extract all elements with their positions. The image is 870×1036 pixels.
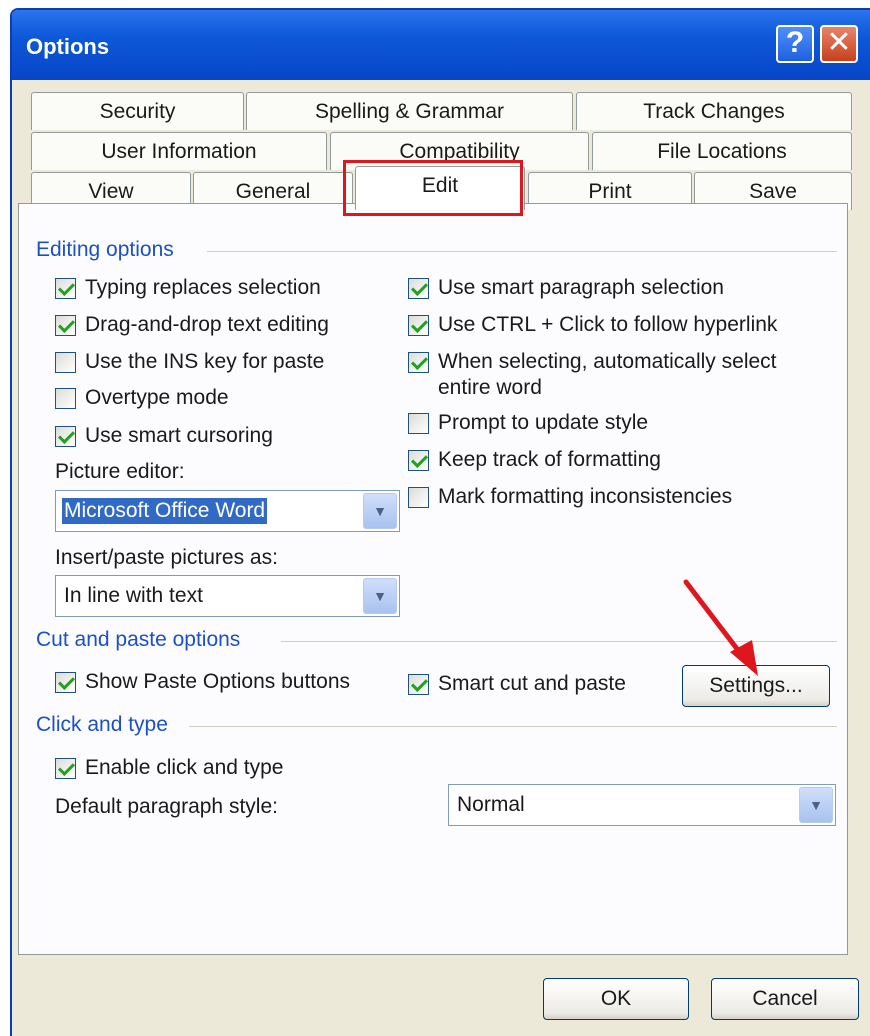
close-button[interactable]: ✕ [820,25,858,63]
select-entire-word-option[interactable]: When selecting, automatically select ent… [408,349,777,401]
tab-compatibility[interactable]: Compatibility [330,132,589,170]
checkbox[interactable] [55,278,76,299]
checkbox[interactable] [55,388,76,409]
prompt-update-style-option[interactable]: Prompt to update style [408,410,648,436]
option-label: Keep track of formatting [438,448,661,471]
checkbox[interactable] [55,315,76,336]
option-label: Typing replaces selection [85,276,321,299]
tab-security[interactable]: Security [31,92,244,130]
dialog-title: Options [26,34,110,59]
insert-paste-pictures-label: Insert/paste pictures as: [55,546,278,569]
overtype-mode-option[interactable]: Overtype mode [55,385,229,411]
insert-paste-pictures-value: In line with text [64,584,203,607]
ins-key-paste-option[interactable]: Use the INS key for paste [55,349,324,375]
picture-editor-dropdown[interactable]: Microsoft Office Word ▼ [55,490,400,532]
picture-editor-value: Microsoft Office Word [60,497,269,525]
chevron-down-icon[interactable]: ▼ [363,578,397,614]
option-label: Use the INS key for paste [85,350,325,373]
default-paragraph-style-label: Default paragraph style: [55,795,278,818]
checkbox[interactable] [55,672,76,693]
checkbox[interactable] [55,352,76,373]
default-paragraph-style-dropdown[interactable]: Normal ▼ [448,784,836,826]
picture-editor-label: Picture editor: [55,460,185,483]
checkbox[interactable] [55,758,76,779]
option-label: Use smart paragraph selection [438,276,724,299]
checkbox[interactable] [408,278,429,299]
checkbox[interactable] [408,487,429,508]
cut-paste-divider [281,641,837,642]
enable-click-type-option[interactable]: Enable click and type [55,755,283,781]
checkbox[interactable] [408,352,429,373]
chevron-down-icon[interactable]: ▼ [799,787,833,823]
tab-track-changes[interactable]: Track Changes [576,92,852,130]
checkbox[interactable] [408,315,429,336]
option-label: When selecting, automatically select ent… [438,349,777,401]
editing-options-label: Editing options [36,238,174,261]
cut-paste-options-label: Cut and paste options [36,628,241,651]
click-type-divider [189,726,837,727]
option-label: Use CTRL + Click to follow hyperlink [438,313,778,336]
insert-paste-pictures-dropdown[interactable]: In line with text ▼ [55,575,400,617]
option-label: Mark formatting inconsistencies [438,485,733,508]
help-button[interactable]: ? [776,25,814,63]
option-label: Show Paste Options buttons [85,670,350,693]
smart-cursoring-option[interactable]: Use smart cursoring [55,423,273,449]
option-label: Enable click and type [85,756,284,779]
tab-file-locations[interactable]: File Locations [592,132,852,170]
chevron-down-icon[interactable]: ▼ [363,493,397,529]
checkbox[interactable] [55,426,76,447]
tab-spelling-grammar[interactable]: Spelling & Grammar [246,92,573,130]
tab-user-information[interactable]: User Information [31,132,327,170]
mark-formatting-inconsistencies-option[interactable]: Mark formatting inconsistencies [408,484,732,510]
option-label-line2: entire word [438,376,542,399]
checkbox[interactable] [408,674,429,695]
option-label: Use smart cursoring [85,424,273,447]
drag-and-drop-option[interactable]: Drag-and-drop text editing [55,312,329,338]
option-label-line1: When selecting, automatically select [438,350,777,373]
option-label: Smart cut and paste [438,672,626,695]
show-paste-options-option[interactable]: Show Paste Options buttons [55,669,350,695]
settings-button[interactable]: Settings... [682,665,830,707]
ctrl-click-hyperlink-option[interactable]: Use CTRL + Click to follow hyperlink [408,312,777,338]
edit-tab-panel: Editing options Typing replaces selectio… [18,203,848,955]
editing-options-divider [207,251,837,252]
option-label: Drag-and-drop text editing [85,313,329,336]
tab-edit[interactable]: Edit [355,166,525,210]
option-label: Overtype mode [85,386,229,409]
checkbox[interactable] [408,413,429,434]
checkbox[interactable] [408,450,429,471]
option-label: Prompt to update style [438,411,649,434]
typing-replaces-selection-option[interactable]: Typing replaces selection [55,275,321,301]
smart-paragraph-selection-option[interactable]: Use smart paragraph selection [408,275,724,301]
default-paragraph-style-value: Normal [457,793,525,816]
keep-track-formatting-option[interactable]: Keep track of formatting [408,447,661,473]
title-bar[interactable]: Options ? ✕ [12,10,870,80]
smart-cut-paste-option[interactable]: Smart cut and paste [408,671,626,697]
cancel-button[interactable]: Cancel [711,978,859,1020]
click-and-type-label: Click and type [36,713,168,736]
ok-button[interactable]: OK [543,978,689,1020]
